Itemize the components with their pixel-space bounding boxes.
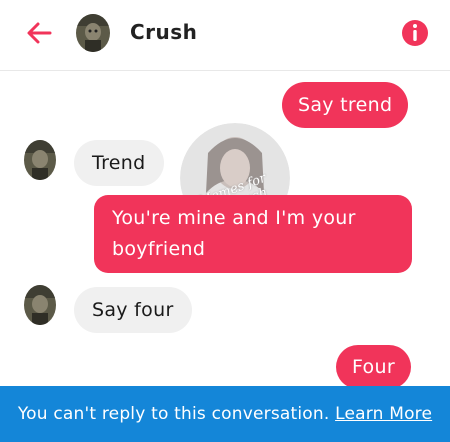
sent-message[interactable]: Four <box>336 345 411 389</box>
contact-avatar[interactable] <box>76 14 110 52</box>
contact-avatar <box>24 285 56 325</box>
arrow-left-icon[interactable] <box>24 18 54 48</box>
conversation-header: Crush <box>0 0 450 71</box>
received-message[interactable]: Trend <box>74 140 164 186</box>
sent-message[interactable]: Say trend <box>282 82 409 128</box>
reply-disabled-notice: You can't reply to this conversation. <box>17 404 330 424</box>
contact-name[interactable]: Crush <box>130 20 197 44</box>
learn-more-link[interactable]: Learn More <box>335 404 432 424</box>
reply-disabled-banner: You can't reply to this conversation. Le… <box>0 386 450 442</box>
contact-avatar <box>24 140 56 180</box>
info-icon[interactable] <box>400 18 430 48</box>
received-message[interactable]: Say four <box>74 287 192 333</box>
sent-message[interactable]: You're mine and I'm your boyfriend <box>94 195 412 273</box>
